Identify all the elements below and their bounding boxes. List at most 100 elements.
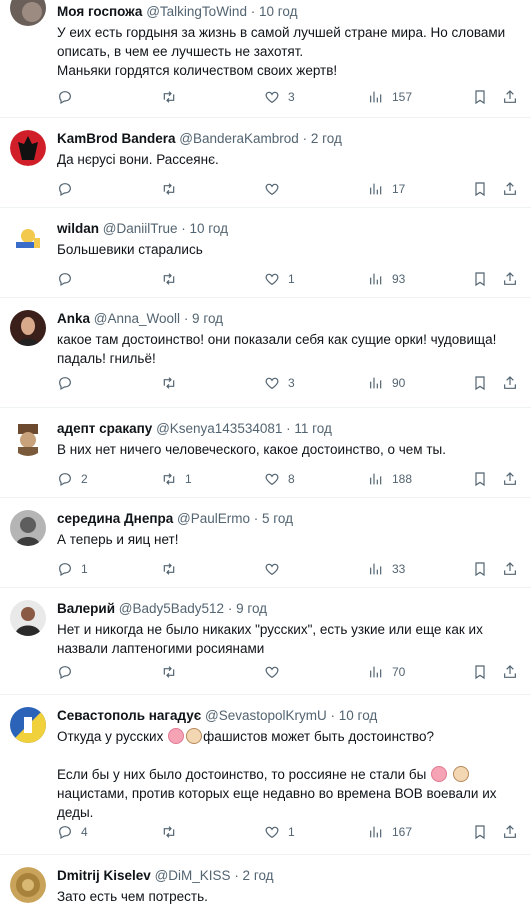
avatar[interactable] (10, 510, 46, 546)
author-name[interactable]: Моя госпожа (57, 4, 142, 19)
author-name[interactable]: адепт сракапу (57, 421, 152, 436)
pig-emoji-icon (168, 728, 185, 744)
author-name[interactable]: Anka (57, 311, 90, 326)
like-button[interactable] (264, 663, 288, 681)
retweet-button[interactable] (161, 663, 185, 681)
retweet-icon (161, 375, 177, 391)
reply-button[interactable] (57, 88, 81, 106)
avatar[interactable] (10, 130, 46, 166)
avatar[interactable] (10, 220, 46, 256)
author-handle[interactable]: @DiM_KISS (155, 868, 231, 883)
author-name[interactable]: Валерий (57, 601, 115, 616)
like-button[interactable]: 1 (264, 270, 295, 288)
retweet-button[interactable] (161, 88, 185, 106)
tweet-5[interactable]: адепт сракапу @Ksenya143534081 · 11 год … (0, 408, 531, 498)
author-name[interactable]: Севастополь нагадує (57, 708, 201, 723)
bookmark-button[interactable] (472, 270, 488, 288)
tweet-3[interactable]: wildan @DaniilTrue · 10 год Большевики с… (0, 208, 531, 298)
tweet-6[interactable]: середина Днепра @PaulErmo · 5 год А тепе… (0, 498, 531, 588)
author-name[interactable]: Dmitrij Kiselev (57, 868, 151, 883)
tweet-4[interactable]: Anka @Anna_Wooll · 9 год какое там досто… (0, 298, 531, 408)
bookmark-button[interactable] (472, 374, 488, 392)
author-handle[interactable]: @DaniilTrue (103, 221, 178, 236)
reply-button[interactable] (57, 663, 81, 681)
tweet-8[interactable]: Севастополь нагадує @SevastopolKrymU · 1… (0, 695, 531, 855)
bookmark-button[interactable] (472, 560, 488, 578)
share-icon (502, 375, 518, 391)
author-handle[interactable]: @Anna_Wooll (94, 311, 180, 326)
views-button[interactable]: 70 (368, 663, 405, 681)
views-button[interactable]: 167 (368, 823, 412, 841)
views-icon (368, 271, 384, 287)
share-button[interactable] (502, 180, 518, 198)
tweet-9[interactable]: Dmitrij Kiselev @DiM_KISS · 2 год Зато е… (0, 855, 531, 909)
views-button[interactable]: 17 (368, 180, 405, 198)
bookmark-icon (472, 89, 488, 105)
timestamp[interactable]: · 10 год (181, 221, 228, 236)
timestamp[interactable]: · 11 год (286, 421, 332, 436)
author-name[interactable]: середина Днепра (57, 511, 173, 526)
reply-button[interactable] (57, 180, 81, 198)
views-button[interactable]: 157 (368, 88, 412, 106)
share-button[interactable] (502, 270, 518, 288)
retweet-button[interactable] (161, 374, 185, 392)
author-handle[interactable]: @BanderaKambrod (179, 131, 299, 146)
reply-icon (57, 375, 73, 391)
avatar[interactable] (10, 0, 46, 26)
views-button[interactable]: 93 (368, 270, 405, 288)
reply-button[interactable]: 1 (57, 560, 88, 578)
share-button[interactable] (502, 88, 518, 106)
bookmark-button[interactable] (472, 88, 488, 106)
reply-button[interactable]: 4 (57, 823, 88, 841)
retweet-button[interactable] (161, 270, 185, 288)
avatar[interactable] (10, 707, 46, 743)
timestamp[interactable]: · 9 год (228, 601, 267, 616)
timestamp[interactable]: · 2 год (303, 131, 342, 146)
author-handle[interactable]: @TalkingToWind (146, 4, 247, 19)
bookmark-button[interactable] (472, 180, 488, 198)
timestamp[interactable]: · 9 год (184, 311, 223, 326)
like-button[interactable] (264, 560, 288, 578)
avatar[interactable] (10, 600, 46, 636)
author-handle[interactable]: @SevastopolKrymU (205, 708, 327, 723)
like-button[interactable]: 3 (264, 88, 295, 106)
like-button[interactable]: 3 (264, 374, 295, 392)
timestamp[interactable]: · 5 год (254, 511, 293, 526)
bookmark-button[interactable] (472, 823, 488, 841)
share-button[interactable] (502, 560, 518, 578)
like-button[interactable]: 1 (264, 823, 295, 841)
views-button[interactable]: 188 (368, 470, 412, 488)
tweet-1[interactable]: Моя госпожа @TalkingToWind · 10 год У еи… (0, 0, 531, 118)
avatar[interactable] (10, 867, 46, 903)
avatar[interactable] (10, 310, 46, 346)
retweet-button[interactable] (161, 180, 185, 198)
retweet-button[interactable]: 1 (161, 470, 192, 488)
author-handle[interactable]: @Ksenya143534081 (156, 421, 282, 436)
timestamp[interactable]: · 2 год (234, 868, 273, 883)
author-name[interactable]: KamBrod Bandera (57, 131, 176, 146)
retweet-button[interactable] (161, 823, 185, 841)
share-button[interactable] (502, 374, 518, 392)
timestamp[interactable]: · 10 год (251, 4, 298, 19)
bookmark-button[interactable] (472, 470, 488, 488)
share-button[interactable] (502, 470, 518, 488)
like-button[interactable]: 8 (264, 470, 295, 488)
tweet-7[interactable]: Валерий @Bady5Bady512 · 9 год Нет и нико… (0, 588, 531, 695)
share-button[interactable] (502, 663, 518, 681)
share-button[interactable] (502, 823, 518, 841)
reply-button[interactable] (57, 270, 81, 288)
author-handle[interactable]: @Bady5Bady512 (119, 601, 224, 616)
like-button[interactable] (264, 180, 288, 198)
reply-button[interactable]: 2 (57, 470, 88, 488)
views-button[interactable]: 90 (368, 374, 405, 392)
views-button[interactable]: 33 (368, 560, 405, 578)
reply-button[interactable] (57, 374, 81, 392)
views-icon (368, 375, 384, 391)
retweet-button[interactable] (161, 560, 185, 578)
bookmark-button[interactable] (472, 663, 488, 681)
timestamp[interactable]: · 10 год (331, 708, 378, 723)
avatar[interactable] (10, 420, 46, 456)
author-handle[interactable]: @PaulErmo (177, 511, 250, 526)
tweet-2[interactable]: KamBrod Bandera @BanderaKambrod · 2 год … (0, 118, 531, 208)
author-name[interactable]: wildan (57, 221, 99, 236)
